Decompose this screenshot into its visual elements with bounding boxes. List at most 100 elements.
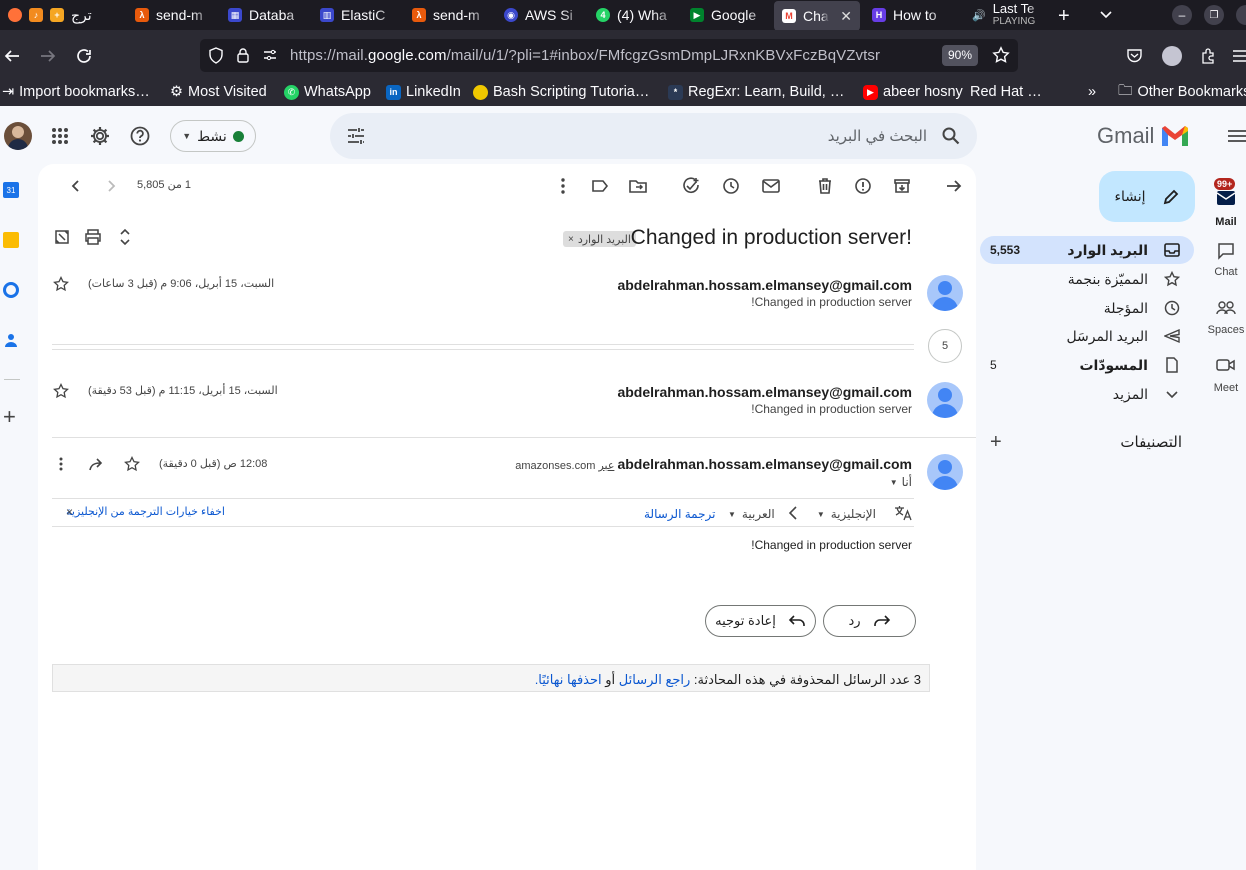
close-icon[interactable]: × bbox=[66, 505, 73, 519]
avatar[interactable] bbox=[4, 122, 32, 150]
close-icon[interactable]: ✕ bbox=[840, 8, 852, 25]
nav-drafts[interactable]: المسودّات 5 bbox=[980, 351, 1194, 379]
mark-unread-icon[interactable] bbox=[761, 176, 781, 196]
hide-translation-link[interactable]: اخفاء خيارات الترجمة من الإنجليزية bbox=[66, 505, 225, 518]
review-messages-link[interactable]: راجع الرسائل bbox=[619, 672, 691, 687]
minimize-button[interactable]: – bbox=[1172, 5, 1192, 25]
url-bar[interactable]: https://mail.google.com/mail/u/1/?pli=1#… bbox=[200, 39, 1018, 72]
remove-label-close-icon[interactable]: × bbox=[568, 234, 574, 245]
nav-starred[interactable]: المميّزة بنجمة bbox=[980, 265, 1194, 293]
star-icon[interactable] bbox=[124, 456, 140, 472]
rail-spaces[interactable]: Spaces bbox=[1206, 300, 1246, 336]
search-icon[interactable] bbox=[941, 126, 961, 146]
bookmarks-overflow-icon[interactable]: » bbox=[1088, 82, 1096, 102]
bookmark-star-icon[interactable] bbox=[992, 46, 1010, 64]
close-window-button[interactable] bbox=[1236, 5, 1246, 25]
tab-aws-simple[interactable]: ◉ AWS Si bbox=[496, 0, 588, 30]
move-to-icon[interactable] bbox=[628, 176, 648, 196]
bookmark-other[interactable]: 🗀 Other Bookmarks bbox=[1118, 82, 1246, 102]
tab-gmail-active[interactable]: M Chan ✕ bbox=[774, 1, 860, 31]
contacts-icon[interactable] bbox=[3, 332, 19, 348]
reply-button[interactable]: رد bbox=[823, 605, 916, 637]
keep-icon[interactable] bbox=[3, 232, 19, 248]
tab-how-to[interactable]: H How to bbox=[864, 0, 956, 30]
rail-mail[interactable]: 99+ Mail bbox=[1206, 178, 1246, 228]
shield-icon[interactable] bbox=[208, 47, 224, 64]
via-label[interactable]: عبر bbox=[598, 460, 614, 472]
nav-more[interactable]: المزيد bbox=[980, 380, 1194, 408]
bookmark-bash[interactable]: Bash Scripting Tutoria… bbox=[473, 82, 649, 102]
sender-email[interactable]: abdelrahman.hossam.elmansey@gmail.com bbox=[617, 277, 912, 293]
url-text[interactable]: https://mail.google.com/mail/u/1/?pli=1#… bbox=[290, 47, 880, 64]
pocket-icon[interactable] bbox=[1126, 48, 1143, 64]
search-bar[interactable]: البحث في البريد bbox=[330, 113, 977, 159]
status-dropdown[interactable]: نشط ▼ bbox=[170, 120, 256, 152]
nav-snoozed[interactable]: المؤجلة bbox=[980, 294, 1194, 322]
main-menu-icon[interactable] bbox=[1228, 128, 1246, 144]
bookmark-abeer[interactable]: ▶ abeer hosny bbox=[863, 82, 963, 102]
rail-chat[interactable]: Chat bbox=[1206, 242, 1246, 278]
delete-forever-link[interactable]: احذفها نهائيًا. bbox=[535, 672, 602, 687]
account-icon[interactable] bbox=[1162, 46, 1182, 66]
target-language-select[interactable]: العربية ▼ bbox=[728, 507, 775, 521]
sender-email[interactable]: abdelrahman.hossam.elmansey@gmail.com bbox=[617, 384, 912, 400]
more-vert-icon[interactable] bbox=[553, 176, 573, 196]
sender-avatar[interactable] bbox=[927, 275, 963, 311]
bookmark-linkedin[interactable]: in LinkedIn bbox=[386, 82, 461, 102]
settings-gear-icon[interactable] bbox=[89, 125, 111, 147]
snooze-clock-icon[interactable] bbox=[721, 176, 741, 196]
zoom-level[interactable]: 90% bbox=[942, 45, 979, 66]
reload-button[interactable] bbox=[72, 44, 96, 68]
apps-grid-icon[interactable] bbox=[50, 126, 70, 146]
translate-message-link[interactable]: ترجمة الرسالة bbox=[644, 507, 716, 521]
lock-icon[interactable] bbox=[236, 47, 250, 64]
gmail-logo[interactable]: Gmail bbox=[1097, 123, 1190, 149]
tab-translate[interactable]: ♪ + ترج bbox=[0, 0, 120, 30]
expand-all-icon[interactable] bbox=[118, 228, 132, 246]
restore-button[interactable]: ❐ bbox=[1204, 5, 1224, 25]
tab-google[interactable]: ▶ Google bbox=[682, 0, 774, 30]
forward-button[interactable]: إعادة توجيه bbox=[705, 605, 816, 637]
nav-inbox[interactable]: البريد الوارد 5,553 bbox=[980, 236, 1194, 264]
report-spam-icon[interactable] bbox=[853, 176, 873, 196]
tab-last-playing[interactable]: 🔊 Last Te PLAYING bbox=[964, 0, 1050, 30]
tab-database[interactable]: ▦ Databa bbox=[220, 0, 312, 30]
star-icon[interactable] bbox=[53, 276, 69, 292]
recipient-dropdown[interactable]: أنا ▼ bbox=[890, 475, 912, 489]
new-tab-button[interactable]: + bbox=[1058, 5, 1070, 28]
back-to-inbox-arrow-icon[interactable] bbox=[944, 176, 964, 196]
open-in-new-window-icon[interactable] bbox=[54, 229, 70, 245]
search-input[interactable]: البحث في البريد bbox=[828, 127, 927, 145]
bookmark-most-visited[interactable]: ⚙ Most Visited bbox=[170, 82, 267, 102]
extensions-icon[interactable] bbox=[1200, 48, 1216, 64]
tab-send-m-2[interactable]: λ send-m bbox=[404, 0, 494, 30]
tab-whatsapp[interactable]: 4 (4) Wha bbox=[588, 0, 680, 30]
more-vert-icon[interactable] bbox=[53, 456, 69, 472]
bookmark-whatsapp[interactable]: ✆ WhatsApp bbox=[284, 82, 371, 102]
back-button[interactable] bbox=[0, 44, 24, 68]
permissions-icon[interactable] bbox=[262, 47, 278, 63]
tasks-icon[interactable] bbox=[3, 282, 19, 298]
delete-trash-icon[interactable] bbox=[815, 176, 835, 196]
add-to-tasks-icon[interactable] bbox=[681, 176, 701, 196]
list-tabs-chevron-icon[interactable] bbox=[1098, 6, 1114, 22]
print-icon[interactable] bbox=[84, 229, 102, 245]
menu-icon[interactable] bbox=[1232, 46, 1246, 66]
collapsed-messages-count[interactable]: 5 bbox=[928, 329, 962, 363]
tab-elasticache[interactable]: ▥ ElastiC bbox=[312, 0, 402, 30]
forward-arrow-icon[interactable] bbox=[88, 456, 106, 472]
bookmark-import[interactable]: ⇥ Import bookmarks… bbox=[2, 82, 150, 102]
rail-meet[interactable]: Meet bbox=[1206, 358, 1246, 394]
calendar-icon[interactable]: 31 bbox=[3, 182, 19, 198]
sender-avatar[interactable] bbox=[927, 454, 963, 490]
help-icon[interactable] bbox=[129, 125, 151, 147]
bookmark-redhat[interactable]: Red Hat … bbox=[970, 82, 1042, 102]
sender-avatar[interactable] bbox=[927, 382, 963, 418]
older-chevron-left-icon[interactable] bbox=[66, 176, 86, 196]
newer-chevron-right-icon[interactable] bbox=[101, 176, 121, 196]
bookmark-regexr[interactable]: * RegExr: Learn, Build, … bbox=[668, 82, 844, 102]
add-addon-icon[interactable]: + bbox=[3, 406, 16, 428]
sender-email[interactable]: abdelrahman.hossam.elmansey@gmail.com bbox=[617, 456, 912, 472]
add-label-icon[interactable]: + bbox=[990, 431, 1002, 454]
search-options-icon[interactable] bbox=[346, 126, 366, 146]
